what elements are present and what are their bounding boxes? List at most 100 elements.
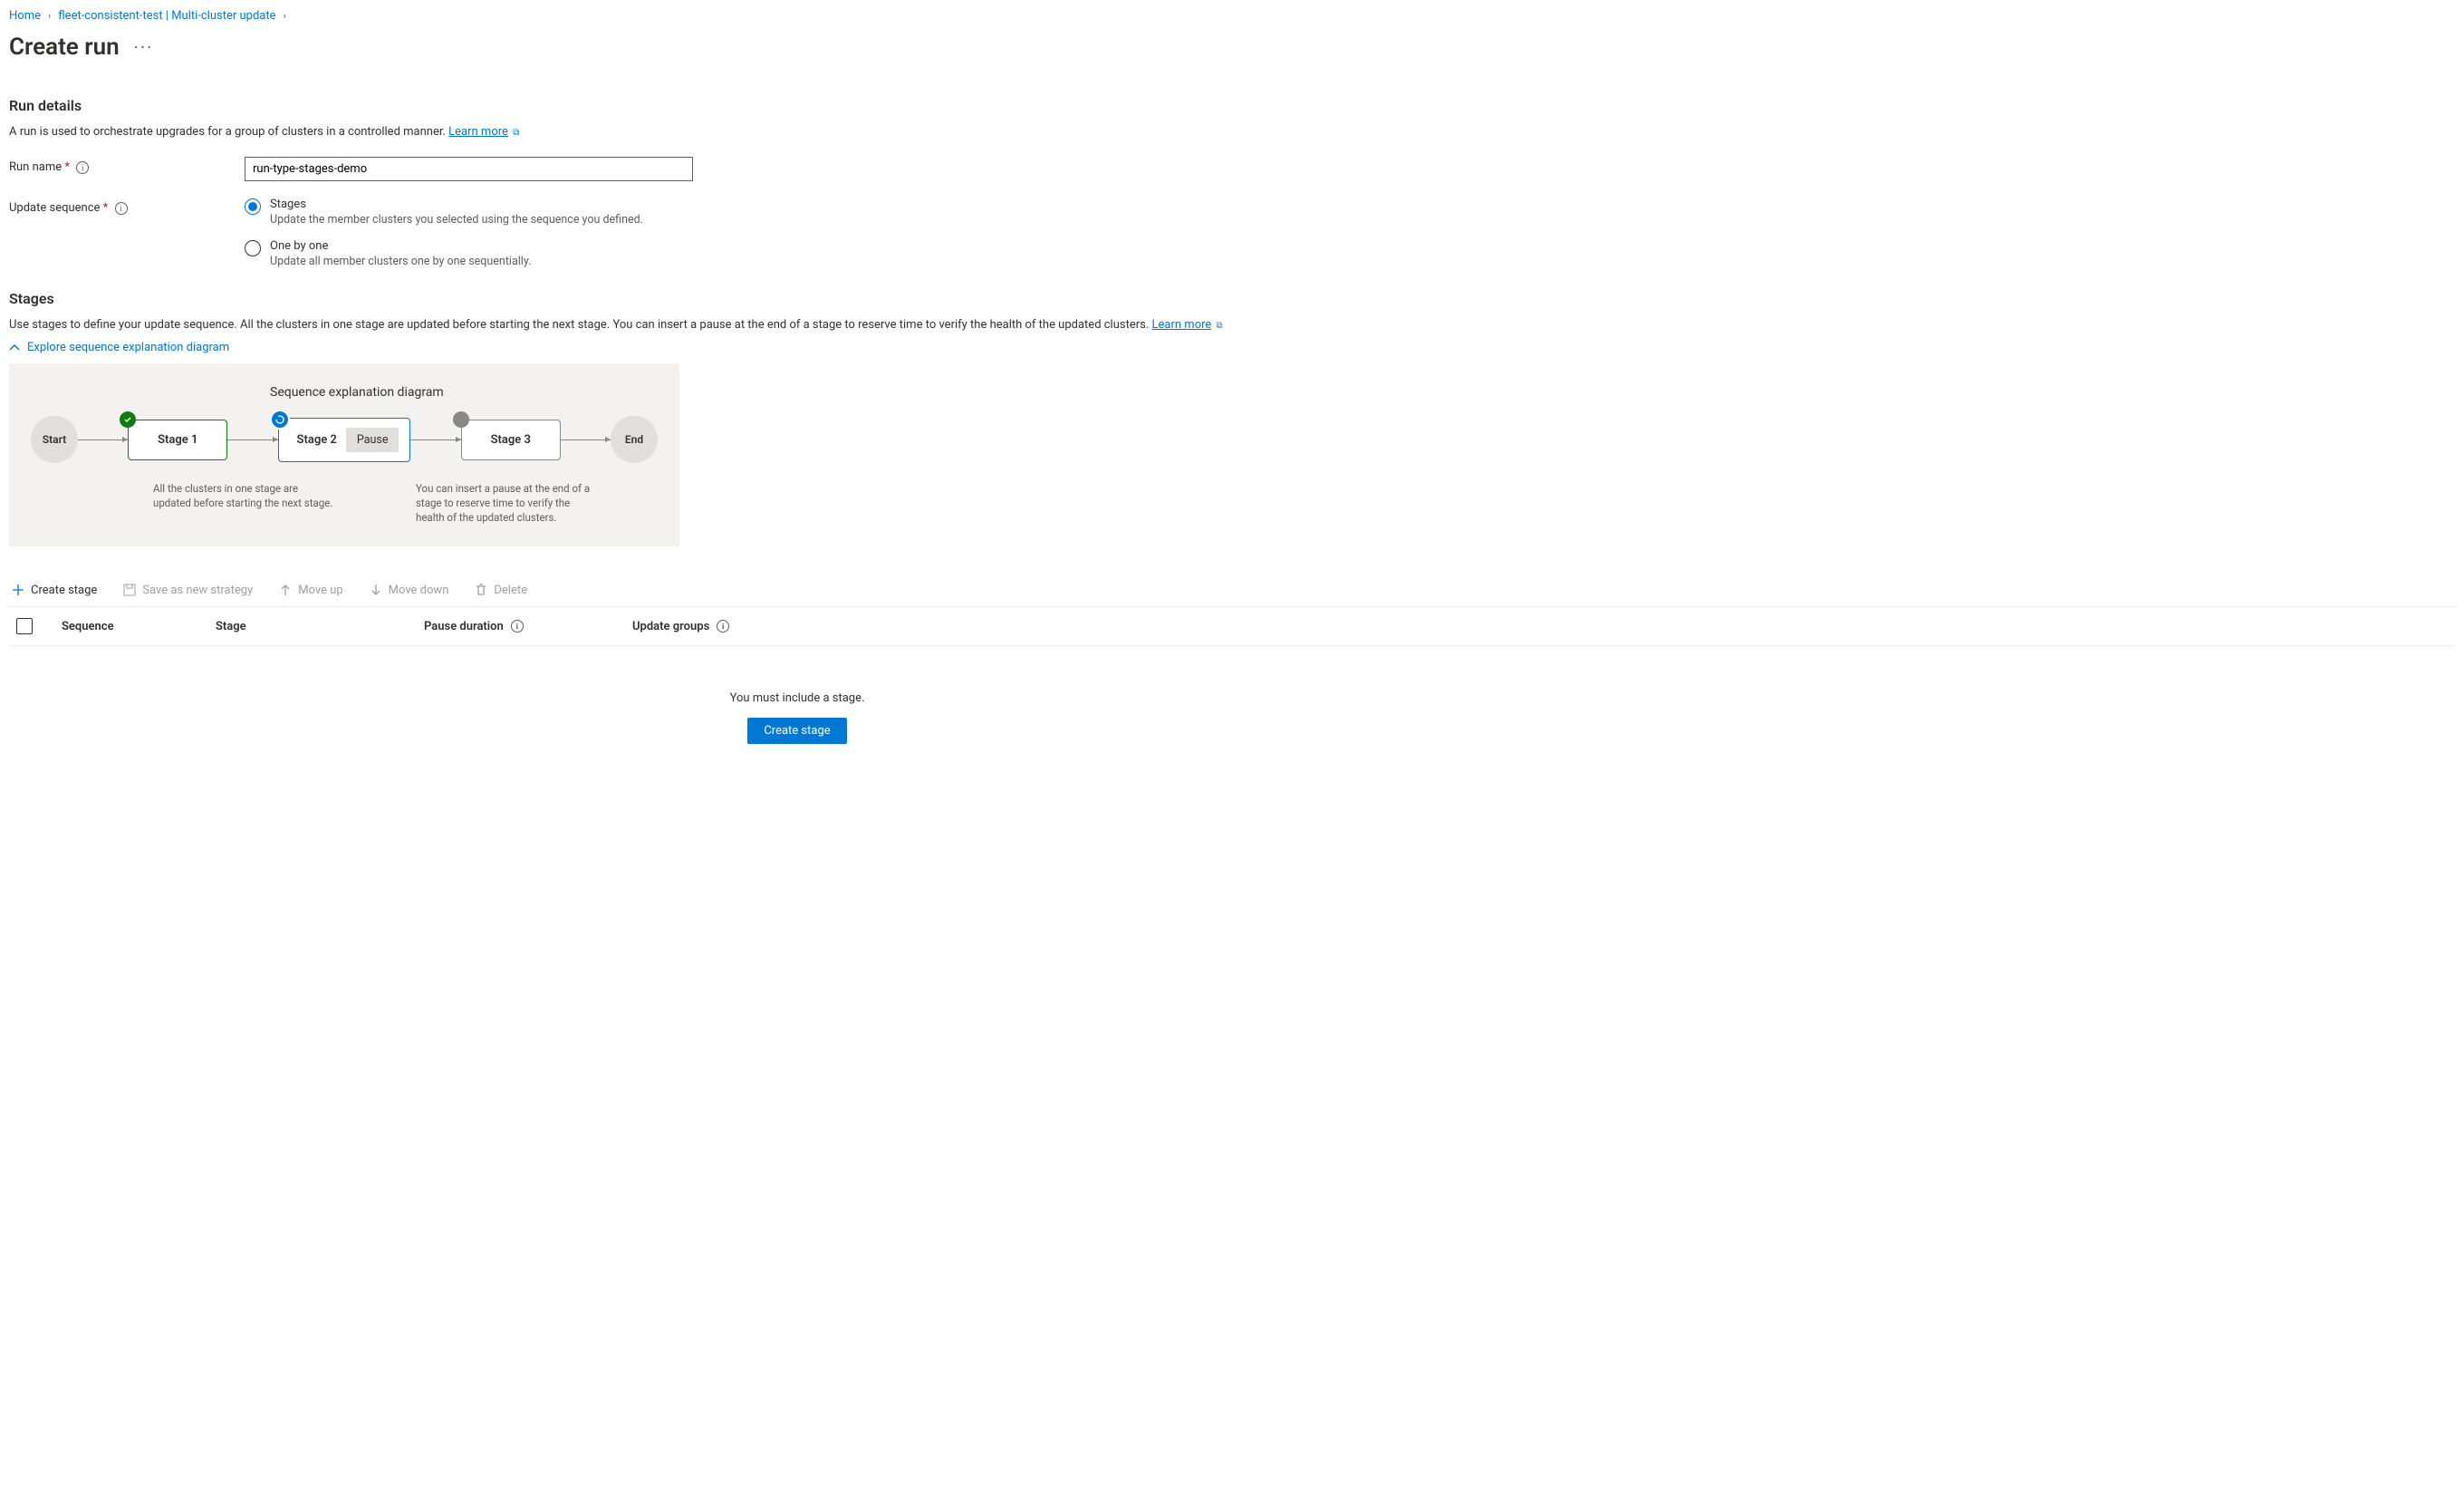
arrow-icon — [227, 439, 277, 440]
update-sequence-radio-group: Stages Update the member clusters you se… — [245, 198, 693, 268]
radio-circle-icon — [245, 198, 261, 215]
diagram-captions: All the clusters in one stage are update… — [31, 481, 658, 525]
stages-heading: Stages — [9, 290, 2455, 307]
arrow-icon — [561, 439, 611, 440]
move-up-button[interactable]: Move up — [276, 579, 344, 601]
sync-circle-icon — [270, 410, 290, 430]
chevron-right-icon: › — [48, 10, 51, 22]
sequence-diagram: Sequence explanation diagram Start Stage… — [9, 363, 679, 546]
update-sequence-label-text: Update sequence — [9, 201, 100, 215]
diagram-stage1-label: Stage 1 — [158, 433, 197, 447]
create-stage-label: Create stage — [31, 584, 97, 597]
radio-one-by-one-labels: One by one Update all member clusters on… — [270, 239, 531, 268]
radio-stages-desc: Update the member clusters you selected … — [270, 213, 643, 227]
run-details-desc-text: A run is used to orchestrate upgrades fo… — [9, 125, 446, 139]
trash-icon — [474, 583, 488, 597]
required-indicator: * — [64, 160, 70, 174]
stages-toolbar: Create stage Save as new strategy Move u… — [9, 574, 2455, 607]
diagram-caption-1: All the clusters in one stage are update… — [153, 481, 334, 525]
arrow-icon — [78, 439, 128, 440]
stages-table-header: Sequence Stage Pause duration i Update g… — [9, 607, 2455, 646]
radio-stages-title: Stages — [270, 198, 643, 211]
run-details-description: A run is used to orchestrate upgrades fo… — [9, 125, 2455, 139]
explore-diagram-toggle[interactable]: Explore sequence explanation diagram — [9, 341, 2455, 354]
update-sequence-control: Stages Update the member clusters you se… — [245, 198, 693, 268]
breadcrumb-home[interactable]: Home — [9, 9, 41, 23]
learn-more-link[interactable]: Learn more — [448, 125, 508, 139]
more-icon[interactable]: ··· — [134, 36, 154, 58]
run-name-control — [245, 157, 693, 181]
radio-one-by-one-desc: Update all member clusters one by one se… — [270, 255, 531, 268]
stages-desc-text: Use stages to define your update sequenc… — [9, 318, 1149, 332]
diagram-start-node: Start — [31, 416, 78, 463]
chevron-up-icon — [9, 343, 20, 353]
create-stage-primary-button[interactable]: Create stage — [747, 718, 846, 744]
radio-stages-labels: Stages Update the member clusters you se… — [270, 198, 643, 227]
breadcrumb-fleet[interactable]: fleet-consistent-test | Multi-cluster up… — [58, 9, 275, 23]
diagram-stage2-label: Stage 2 — [297, 433, 337, 447]
table-col-pause: Pause duration i — [424, 620, 632, 633]
info-icon[interactable]: i — [76, 161, 89, 174]
diagram-stage2: Stage 2 Pause — [278, 418, 411, 462]
create-stage-button[interactable]: Create stage — [9, 579, 99, 601]
required-indicator: * — [103, 201, 109, 215]
move-down-label: Move down — [389, 584, 449, 597]
save-icon — [122, 583, 137, 597]
stages-section: Stages Use stages to define your update … — [9, 290, 2455, 762]
radio-circle-icon — [245, 240, 261, 256]
save-strategy-button[interactable]: Save as new strategy — [120, 579, 255, 601]
table-col-stage: Stage — [216, 620, 424, 633]
delete-button[interactable]: Delete — [472, 579, 529, 601]
update-sequence-label: Update sequence * i — [9, 198, 245, 215]
radio-one-by-one[interactable]: One by one Update all member clusters on… — [245, 239, 693, 268]
empty-state: You must include a stage. Create stage — [9, 646, 1585, 762]
run-name-label-text: Run name — [9, 160, 62, 174]
delete-label: Delete — [494, 584, 527, 597]
external-link-icon: ⧉ — [513, 128, 519, 138]
diagram-stage3: Stage 3 — [461, 420, 561, 460]
diagram-flow: Start Stage 1 Stage 2 Pause Stage 3 — [31, 416, 658, 463]
diagram-caption-2: You can insert a pause at the end of a s… — [416, 481, 597, 525]
update-sequence-row: Update sequence * i Stages Update the me… — [9, 198, 2455, 268]
run-name-label: Run name * i — [9, 157, 245, 174]
table-col-sequence: Sequence — [62, 620, 216, 633]
info-icon[interactable]: i — [717, 620, 729, 633]
empty-message: You must include a stage. — [9, 691, 1585, 705]
check-circle-icon — [120, 411, 136, 428]
radio-one-by-one-title: One by one — [270, 239, 531, 253]
radio-stages[interactable]: Stages Update the member clusters you se… — [245, 198, 693, 227]
diagram-title: Sequence explanation diagram — [270, 385, 658, 400]
run-name-input[interactable] — [245, 157, 693, 181]
circle-icon — [453, 411, 469, 428]
move-down-button[interactable]: Move down — [367, 579, 451, 601]
stages-description: Use stages to define your update sequenc… — [9, 318, 2455, 332]
info-icon[interactable]: i — [115, 202, 128, 215]
run-details-section: Run details A run is used to orchestrate… — [9, 97, 2455, 268]
page-title-row: Create run ··· — [9, 34, 2455, 61]
run-name-row: Run name * i — [9, 157, 2455, 181]
update-groups-label: Update groups — [632, 620, 709, 633]
move-up-label: Move up — [298, 584, 342, 597]
page-title: Create run — [9, 34, 120, 61]
pause-duration-label: Pause duration — [424, 620, 504, 633]
arrow-down-icon — [369, 583, 383, 597]
breadcrumb: Home › fleet-consistent-test | Multi-clu… — [9, 9, 2455, 23]
run-details-heading: Run details — [9, 97, 2455, 114]
explore-toggle-text: Explore sequence explanation diagram — [27, 341, 229, 354]
arrow-icon — [410, 439, 460, 440]
learn-more-link[interactable]: Learn more — [1152, 318, 1212, 332]
radio-dot-icon — [248, 202, 257, 211]
arrow-up-icon — [278, 583, 293, 597]
table-col-groups: Update groups i — [632, 620, 2448, 633]
diagram-stage3-label: Stage 3 — [491, 433, 531, 447]
diagram-pause-chip: Pause — [346, 428, 399, 452]
external-link-icon: ⧉ — [1217, 321, 1223, 331]
diagram-stage1: Stage 1 — [128, 420, 227, 460]
diagram-end-node: End — [611, 416, 658, 463]
save-strategy-label: Save as new strategy — [142, 584, 253, 597]
plus-icon — [11, 583, 25, 597]
select-all-checkbox[interactable] — [16, 618, 33, 634]
chevron-right-icon: › — [284, 10, 286, 22]
info-icon[interactable]: i — [511, 620, 524, 633]
table-col-checkbox — [16, 618, 62, 634]
